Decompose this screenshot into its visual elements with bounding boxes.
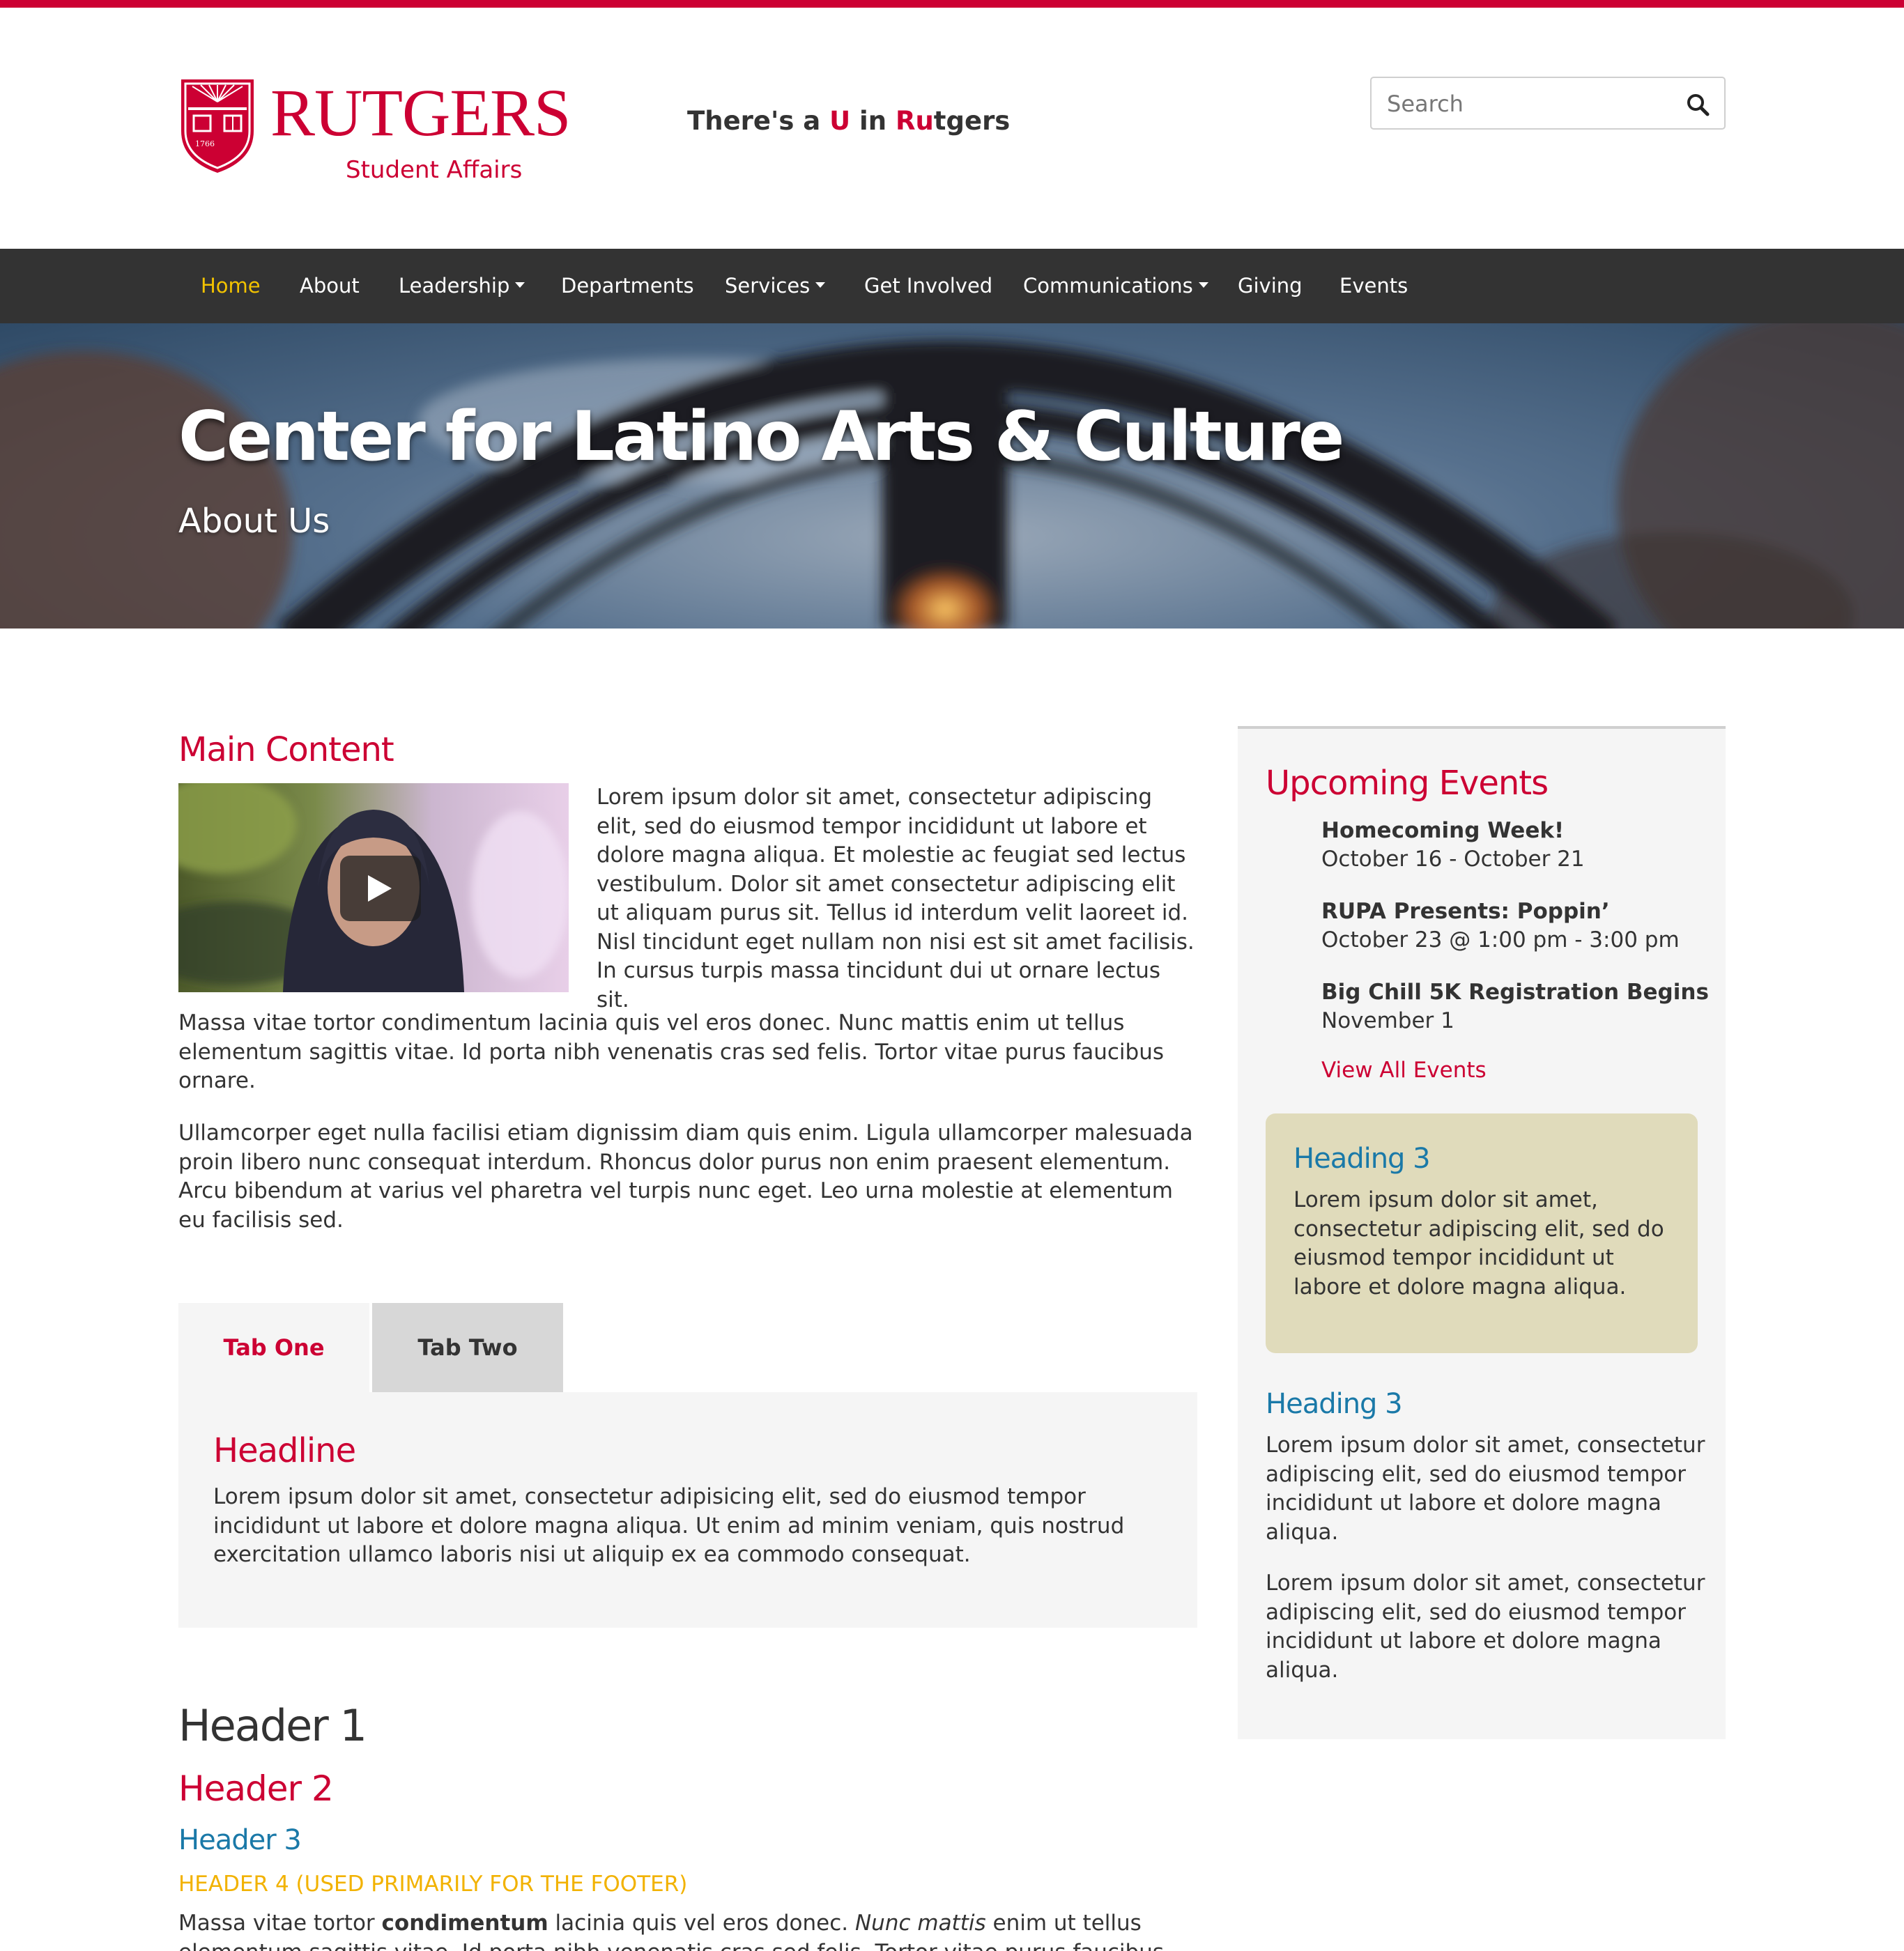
caret-down-icon <box>815 282 826 288</box>
event-item[interactable]: RUPA Presents: Poppin’ October 23 @ 1:00… <box>1321 897 1680 955</box>
logo-subtitle: Student Affairs <box>346 156 523 184</box>
svg-text:1766: 1766 <box>195 139 215 148</box>
search-input[interactable] <box>1387 88 1666 120</box>
sidebar: Upcoming Events Homecoming Week! October… <box>1238 726 1726 1739</box>
nav-item-leadership[interactable]: Leadership <box>399 249 525 323</box>
main-paragraph-3: Ullamcorper eget nulla facilisi etiam di… <box>178 1120 1193 1233</box>
sidebar-paragraph-2: Lorem ipsum dolor sit amet, consectetur … <box>1266 1571 1705 1683</box>
nav-item-home[interactable]: Home <box>201 249 261 323</box>
shield-icon: 1766 <box>181 79 254 173</box>
caret-down-icon <box>1198 282 1208 288</box>
event-item[interactable]: Homecoming Week! October 16 - October 21 <box>1321 817 1585 874</box>
hero-title: Center for Latino Arts & Culture <box>178 397 1344 477</box>
tagline: There's a U in Rutgers <box>687 106 1011 136</box>
top-accent-bar <box>0 0 1904 8</box>
nav-item-giving[interactable]: Giving <box>1238 249 1303 323</box>
event-title: RUPA Presents: Poppin’ <box>1321 899 1610 924</box>
search-box <box>1370 77 1726 130</box>
tab-two[interactable]: Tab Two <box>372 1303 563 1392</box>
tab-panel: Headline Lorem ipsum dolor sit amet, con… <box>178 1392 1197 1628</box>
view-all-events-link[interactable]: View All Events <box>1321 1058 1487 1083</box>
hero-subtitle: About Us <box>178 502 330 541</box>
main-paragraph-2: Massa vitae tortor condimentum lacinia q… <box>178 1010 1165 1093</box>
nav-item-communications[interactable]: Communications <box>1023 249 1208 323</box>
nav-item-get-involved[interactable]: Get Involved <box>864 249 992 323</box>
event-title: Big Chill 5K Registration Begins <box>1321 980 1709 1005</box>
sidebar-heading-3: Heading 3 <box>1266 1388 1403 1420</box>
main-content-heading: Main Content <box>178 730 394 769</box>
tab-panel-text: Lorem ipsum dolor sit amet, consectetur … <box>213 1484 1125 1567</box>
upcoming-events-heading: Upcoming Events <box>1266 764 1549 803</box>
event-date: November 1 <box>1321 1008 1454 1033</box>
header-2-sample: Header 2 <box>178 1768 334 1809</box>
caret-down-icon <box>515 282 525 288</box>
header-3-sample: Header 3 <box>178 1824 302 1856</box>
nav-item-services[interactable]: Services <box>725 249 826 323</box>
logo-wordmark: RUTGERS <box>270 75 571 150</box>
event-date: October 23 @ 1:00 pm - 3:00 pm <box>1321 927 1680 953</box>
header-1-sample: Header 1 <box>178 1700 367 1751</box>
header-4-sample: HEADER 4 (USED PRIMARILY FOR THE FOOTER) <box>178 1872 688 1897</box>
video-play-button[interactable] <box>340 856 421 921</box>
search-icon[interactable] <box>1684 91 1712 118</box>
callout-heading: Heading 3 <box>1293 1143 1431 1175</box>
nav-item-departments[interactable]: Departments <box>561 249 694 323</box>
play-icon <box>368 875 392 902</box>
tab-panel-headline: Headline <box>213 1431 356 1470</box>
hero-banner: Center for Latino Arts & Culture About U… <box>0 323 1904 629</box>
callout-box: Heading 3 Lorem ipsum dolor sit amet, co… <box>1266 1113 1698 1353</box>
sidebar-paragraph-1: Lorem ipsum dolor sit amet, consectetur … <box>1266 1433 1705 1545</box>
nav-item-about[interactable]: About <box>300 249 360 323</box>
nav-item-events[interactable]: Events <box>1339 249 1408 323</box>
main-paragraph-1: Lorem ipsum dolor sit amet, consectetur … <box>597 785 1195 1012</box>
rutgers-logo[interactable]: 1766 RUTGERS Student Affairs <box>178 74 571 188</box>
event-date: October 16 - October 21 <box>1321 847 1585 872</box>
main-nav: Home About Leadership Departments Servic… <box>0 249 1904 323</box>
tab-one[interactable]: Tab One <box>178 1303 369 1392</box>
video-player[interactable] <box>178 783 569 992</box>
callout-text: Lorem ipsum dolor sit amet, consectetur … <box>1293 1187 1664 1300</box>
event-item[interactable]: Big Chill 5K Registration Begins Novembe… <box>1321 978 1709 1035</box>
event-title: Homecoming Week! <box>1321 818 1565 843</box>
sample-paragraph: Massa vitae tortor condimentum lacinia q… <box>178 1911 1164 1951</box>
